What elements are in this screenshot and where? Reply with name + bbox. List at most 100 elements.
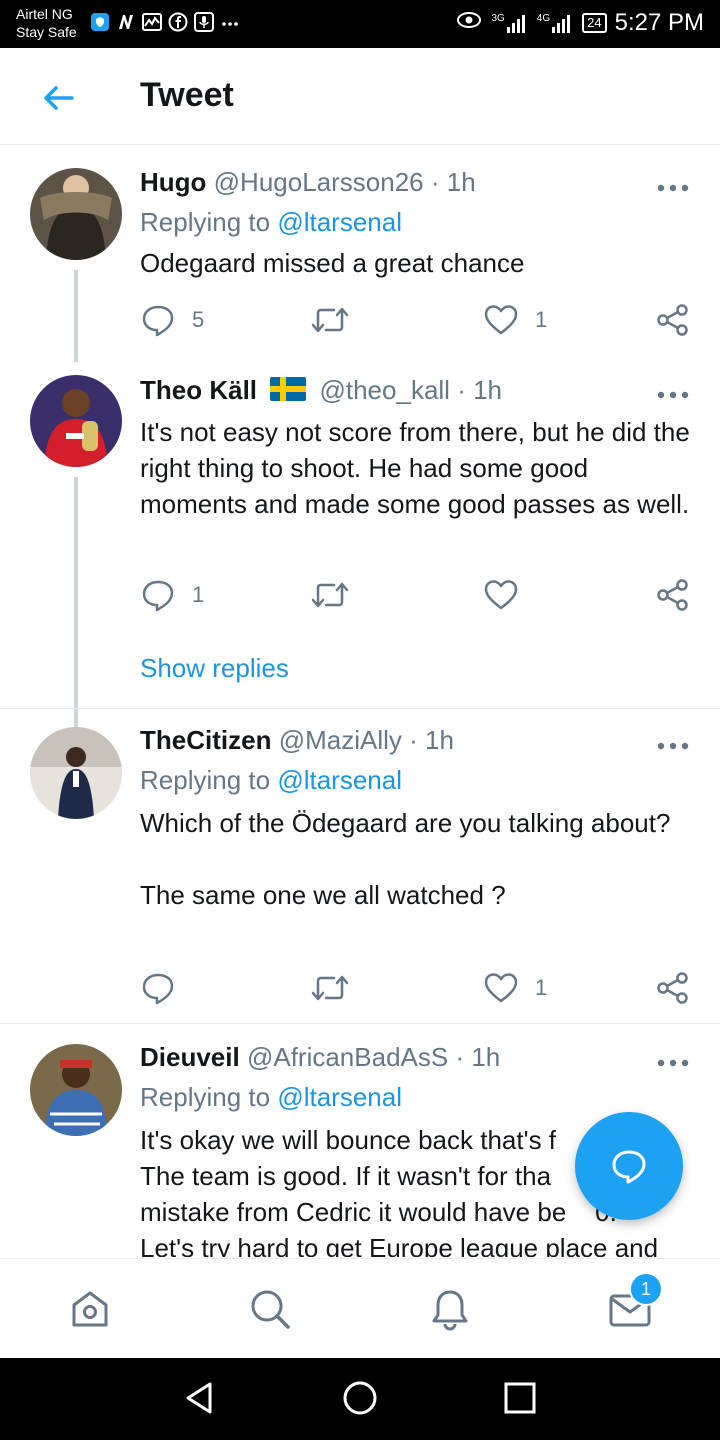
nav-home[interactable] (68, 1287, 112, 1331)
replying-to-label: Replying to (140, 207, 271, 237)
nav-notifications[interactable] (428, 1287, 472, 1331)
like-button[interactable]: 1 (483, 968, 547, 1008)
mention-link[interactable]: @ltarsenal (277, 1082, 402, 1112)
user-handle[interactable]: @theo_kall (319, 375, 449, 405)
timestamp: · 1h (455, 1042, 501, 1072)
chart-app-icon (142, 12, 162, 32)
shield-icon (90, 12, 110, 32)
circle-home-icon (343, 1381, 377, 1415)
user-handle[interactable]: @AfricanBadAsS (247, 1042, 448, 1072)
timestamp: · 1h (430, 167, 476, 197)
display-name[interactable]: Hugo (140, 167, 206, 197)
system-recents-button[interactable] (500, 1378, 540, 1418)
user-handle[interactable]: @MaziAlly (279, 725, 402, 755)
heart-icon (484, 305, 518, 335)
reply-tweet[interactable]: TheCitizen @MaziAlly · 1h Replying to @l… (0, 709, 720, 1023)
notification-icons (90, 12, 240, 32)
timestamp: · 1h (457, 375, 503, 405)
speech-bubble-icon (142, 305, 174, 337)
replying-to-line: Replying to @ltarsenal (140, 1082, 402, 1113)
compose-reply-icon (612, 1150, 646, 1184)
replying-to-label: Replying to (140, 1082, 271, 1112)
share-button[interactable] (655, 300, 691, 340)
tweet-actions: 1 (140, 575, 700, 615)
mention-link[interactable]: @ltarsenal (277, 765, 402, 795)
more-horizontal-icon (657, 184, 689, 192)
retweet-button[interactable] (310, 300, 366, 340)
nav-search[interactable] (248, 1287, 292, 1331)
thread-connector (74, 270, 78, 362)
more-horizontal-icon (657, 1059, 689, 1067)
arrow-left-icon (44, 86, 74, 110)
sweden-flag-icon (270, 376, 307, 408)
more-options-button[interactable] (656, 738, 690, 750)
avatar[interactable] (30, 168, 122, 260)
signal-4g-icon: 4G (537, 13, 574, 33)
system-home-button[interactable] (340, 1378, 380, 1418)
page-title: Tweet (140, 76, 234, 114)
battery-indicator: 24 (582, 12, 607, 33)
retweet-button[interactable] (310, 575, 366, 615)
signal-4g-label: 4G (536, 12, 551, 24)
reply-button[interactable]: 5 (140, 300, 204, 340)
mention-link[interactable]: @ltarsenal (277, 207, 402, 237)
share-button[interactable] (655, 968, 691, 1008)
search-icon (251, 1290, 290, 1329)
signal-3g-label: 3G (491, 12, 505, 24)
speech-bubble-icon (142, 580, 174, 612)
tweet-actions: 1 (140, 968, 700, 1008)
show-replies-link[interactable]: Show replies (140, 653, 289, 684)
heart-icon (484, 580, 518, 610)
bottom-navigation (0, 1258, 720, 1359)
reply-button[interactable] (140, 968, 192, 1008)
timestamp: · 1h (409, 725, 454, 755)
clock: 5:27 PM (614, 8, 704, 36)
system-navigation-bar (0, 1358, 720, 1440)
like-button[interactable] (483, 575, 535, 615)
tweet-header-line: Dieuveil @AfricanBadAsS · 1h (140, 1042, 500, 1073)
tweet-header-line: Hugo @HugoLarsson26 · 1h (140, 167, 476, 198)
more-options-button[interactable] (656, 180, 690, 192)
microphone-icon (194, 12, 214, 32)
tweet-header-line: Theo Käll @theo_kall · 1h (140, 375, 502, 408)
status-right: 3G 4G 24 5:27 PM (455, 8, 704, 37)
tweet-text: Odegaard missed a great chance (140, 248, 525, 278)
more-options-button[interactable] (656, 1055, 690, 1067)
display-name[interactable]: TheCitizen (140, 725, 271, 755)
status-bar: Airtel NG Stay Safe 3G 4G 24 5:27 PM (0, 0, 720, 48)
reply-button[interactable]: 1 (140, 575, 204, 615)
display-name[interactable]: Dieuveil (140, 1042, 240, 1072)
share-button[interactable] (655, 575, 691, 615)
more-options-button[interactable] (656, 387, 690, 399)
retweet-button[interactable] (310, 968, 366, 1008)
carrier-name: Airtel NG (16, 6, 73, 22)
avatar[interactable] (30, 375, 122, 467)
reply-tweet[interactable]: Hugo @HugoLarsson26 · 1h Replying to @lt… (0, 145, 720, 370)
retweet-icon (311, 307, 349, 333)
bell-icon (432, 1290, 468, 1331)
display-name[interactable]: Theo Käll (140, 375, 257, 405)
avatar[interactable] (30, 727, 122, 819)
reply-tweet[interactable]: Theo Käll @theo_kall · 1h It's not easy … (0, 370, 720, 775)
tweet-header: Tweet (0, 48, 720, 145)
user-handle[interactable]: @HugoLarsson26 (214, 167, 424, 197)
eye-comfort-icon (455, 8, 483, 37)
system-back-button[interactable] (180, 1378, 220, 1418)
replying-to-line: Replying to @ltarsenal (140, 765, 402, 796)
triangle-back-icon (186, 1382, 212, 1414)
compose-reply-button[interactable] (575, 1112, 683, 1220)
n-app-icon (116, 12, 136, 32)
avatar[interactable] (30, 1044, 122, 1136)
retweet-icon (311, 582, 349, 608)
like-button[interactable]: 1 (483, 300, 547, 340)
home-icon (72, 1291, 108, 1327)
back-button[interactable] (40, 80, 76, 116)
speech-bubble-icon (142, 973, 174, 1005)
carrier-label: Airtel NG Stay Safe (16, 5, 77, 41)
more-horizontal-icon (657, 742, 689, 750)
retweet-icon (311, 975, 349, 1001)
reply-count: 5 (192, 307, 205, 332)
replies-feed[interactable]: Hugo @HugoLarsson26 · 1h Replying to @lt… (0, 145, 720, 1257)
square-recents-icon (504, 1382, 536, 1414)
thread-gap-dots (74, 655, 78, 690)
